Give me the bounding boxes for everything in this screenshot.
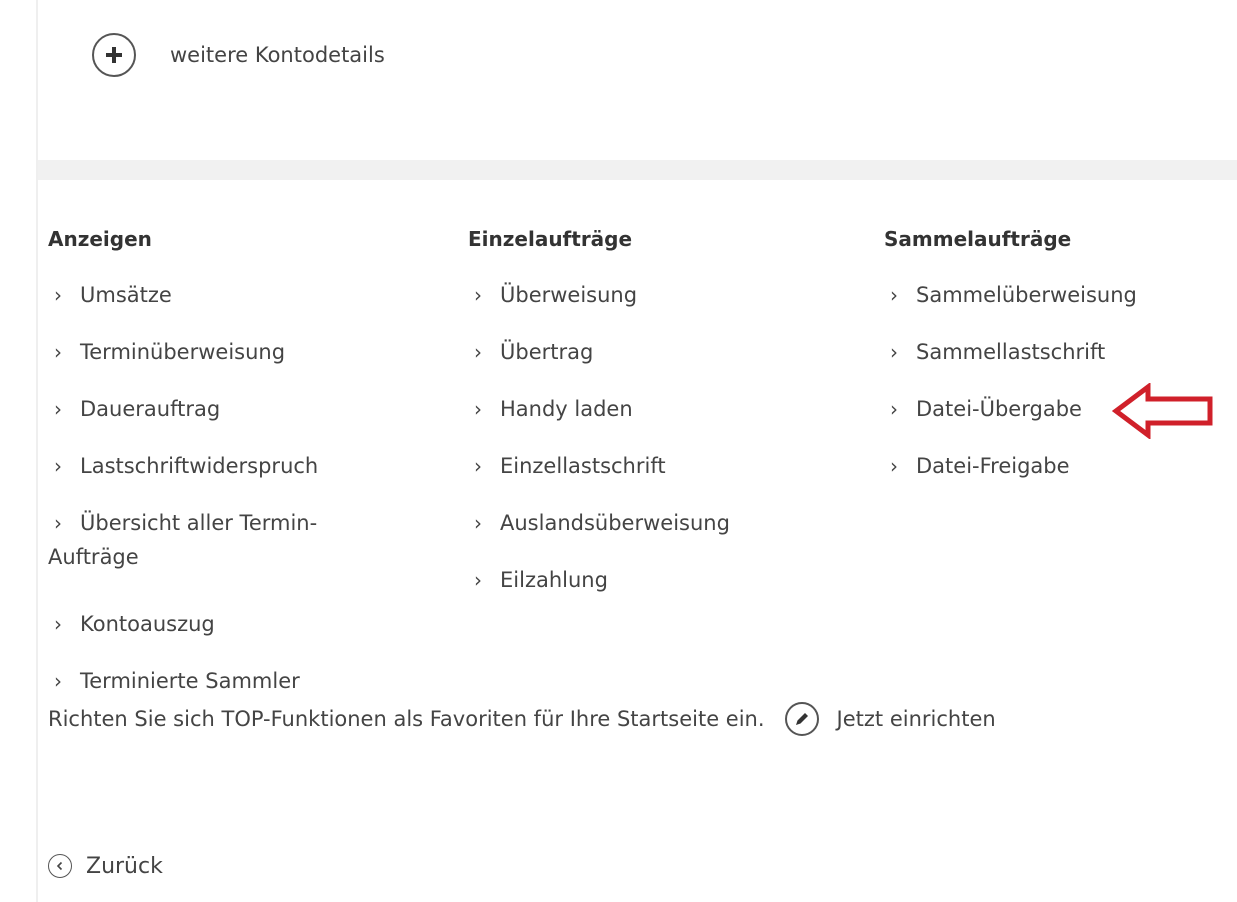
pencil-icon [795,713,808,725]
menu-link-label[interactable]: Einzellastschrift [500,454,666,478]
column-anzeigen: Anzeigen › Umsätze › Terminüberweisung › Da… [48,222,408,698]
chevron-right-icon: › [474,397,482,421]
chevron-right-icon: › [54,511,62,535]
section-divider [38,160,1237,180]
chevron-right-icon: › [474,454,482,478]
setup-favorites-link[interactable]: Jetzt einrichten [784,702,996,736]
menu-link-label[interactable]: Lastschriftwiderspruch [80,454,318,478]
red-arrow-icon [1112,383,1213,439]
more-details-label[interactable]: weitere Kontodetails [170,43,385,67]
chevron-right-icon: › [474,511,482,535]
menu-link-label[interactable]: Umsätze [80,283,172,307]
column-heading: Einzelaufträge [468,227,633,251]
chevron-right-icon: › [890,454,898,478]
menu-link-uebersicht-termin-auftraege[interactable]: › Übersicht aller Termin-Aufträge [48,506,378,607]
chevron-left-circle-icon[interactable] [48,854,72,878]
menu-link-label[interactable]: Eilzahlung [500,568,608,592]
menu-list: › Überweisung › Übertrag › Handy laden › Ein… [468,278,828,597]
chevron-right-icon: › [54,283,62,307]
column-einzelauftraege: Einzelaufträge › Überweisung › Übertrag › H… [468,222,828,597]
menu-link-label[interactable]: Auslandsüberweisung [500,511,730,535]
plus-circle-icon[interactable] [92,33,136,77]
chevron-right-icon: › [474,340,482,364]
account-details-card [38,0,1237,160]
menu-link-label[interactable]: Datei-Freigabe [916,454,1070,478]
back-label[interactable]: Zurück [86,854,163,879]
chevron-right-icon: › [890,283,898,307]
menu-link-label[interactable]: Übertrag [500,340,593,364]
menu-link-datei-freigabe[interactable]: › Datei-Freigabe [884,449,1234,483]
chevron-left-icon [56,861,63,871]
favorites-text: Richten Sie sich TOP-Funktionen als Favo… [48,707,765,731]
column-heading: Anzeigen [48,227,152,251]
menu-link-umsaetze[interactable]: › Umsätze [48,278,408,335]
column-heading: Sammelaufträge [884,227,1072,251]
menu-link-label[interactable]: Sammelüberweisung [916,283,1137,307]
menu-link-sammelueberweisung[interactable]: › Sammelüberweisung [884,278,1234,335]
chevron-right-icon: › [890,397,898,421]
menu-link-label[interactable]: Terminüberweisung [80,340,285,364]
menu-list: › Umsätze › Terminüberweisung › Dauerauftra… [48,278,408,698]
menu-link-ueberweisung[interactable]: › Überweisung [468,278,828,335]
chevron-right-icon: › [54,669,62,693]
menu-link-label[interactable]: Sammellastschrift [916,340,1105,364]
menu-link-label[interactable]: Handy laden [500,397,633,421]
chevron-right-icon: › [54,340,62,364]
more-details-toggle[interactable]: weitere Kontodetails [92,30,385,80]
chevron-right-icon: › [474,283,482,307]
menu-link-label[interactable]: Kontoauszug [80,612,215,636]
favorites-hint: Richten Sie sich TOP-Funktionen als Favo… [48,701,996,737]
menu-link-label[interactable]: Überweisung [500,283,637,307]
menu-list: › Sammelüberweisung › Sammellastschrift › D… [884,278,1234,483]
menu-link-kontoauszug[interactable]: › Kontoauszug [48,607,408,664]
menu-link-auslandsueberweisung[interactable]: › Auslandsüberweisung [468,506,828,563]
menu-link-label[interactable]: Terminierte Sammler [80,669,300,693]
pencil-circle-icon[interactable] [784,702,819,736]
menu-link-terminierte-sammler[interactable]: › Terminierte Sammler [48,664,408,698]
menu-link-dauerauftrag[interactable]: › Dauerauftrag [48,392,408,449]
menu-link-lastschriftwiderspruch[interactable]: › Lastschriftwiderspruch [48,449,408,506]
chevron-right-icon: › [54,612,62,636]
chevron-right-icon: › [890,340,898,364]
setup-favorites-label[interactable]: Jetzt einrichten [837,707,996,731]
menu-link-einzellastschrift[interactable]: › Einzellastschrift [468,449,828,506]
menu-link-label[interactable]: Datei-Übergabe [916,397,1082,421]
chevron-right-icon: › [474,568,482,592]
menu-link-uebertrag[interactable]: › Übertrag [468,335,828,392]
column-sammelauftraege: Sammelaufträge › Sammelüberweisung › Samme… [884,222,1234,483]
menu-link-terminueberweisung[interactable]: › Terminüberweisung [48,335,408,392]
menu-link-handy-laden[interactable]: › Handy laden [468,392,828,449]
menu-link-label[interactable]: Dauerauftrag [80,397,220,421]
menu-link-label[interactable]: Übersicht aller Termin-Aufträge [48,511,317,569]
menu-link-eilzahlung[interactable]: › Eilzahlung [468,563,828,597]
chevron-right-icon: › [54,454,62,478]
chevron-right-icon: › [54,397,62,421]
back-link[interactable]: Zurück [48,849,163,883]
